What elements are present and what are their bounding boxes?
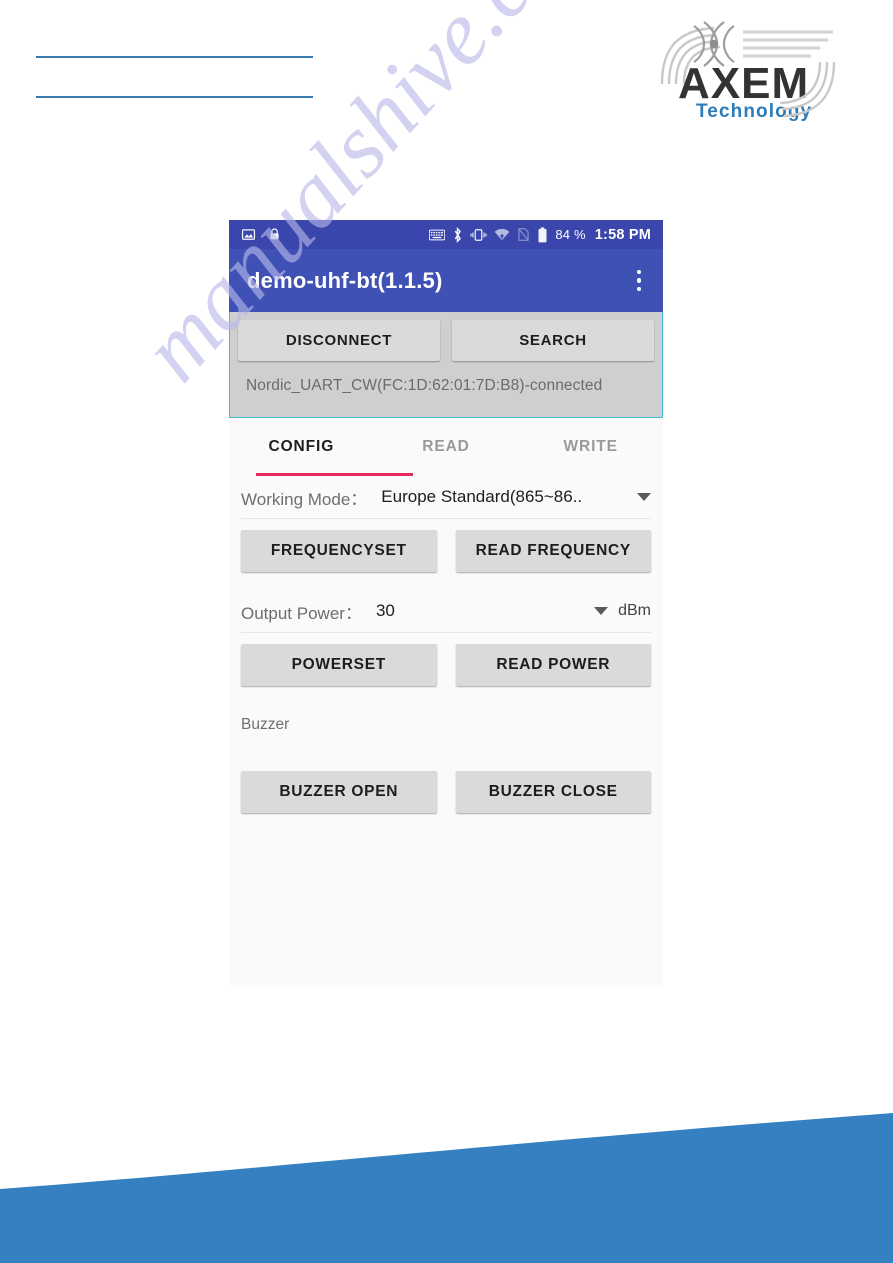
- connection-button-row: DISCONNECT SEARCH: [238, 320, 654, 361]
- bluetooth-icon: [452, 226, 463, 243]
- buzzer-close-button[interactable]: BUZZER CLOSE: [455, 771, 651, 813]
- working-mode-value: Europe Standard(865~86..: [381, 487, 583, 506]
- no-sim-icon: [517, 227, 530, 242]
- read-power-button[interactable]: READ POWER: [455, 644, 651, 686]
- header-rule-top: [36, 56, 313, 58]
- app-title: demo-uhf-bt(1.1.5): [247, 267, 443, 293]
- chevron-down-icon[interactable]: [594, 607, 609, 615]
- tab-indicator: [256, 473, 413, 476]
- search-button[interactable]: SEARCH: [452, 320, 654, 361]
- tab-bar: CONFIG READ WRITE: [229, 418, 663, 476]
- footer-wave: [0, 1113, 893, 1263]
- tab-read[interactable]: READ: [374, 418, 519, 476]
- frequency-set-button[interactable]: FREQUENCYSET: [241, 530, 437, 572]
- axem-logo: AXEM Technology: [648, 18, 848, 126]
- output-power-label: Output Power：: [241, 603, 362, 623]
- buzzer-section-label: Buzzer: [241, 716, 290, 733]
- wifi-icon: [494, 228, 510, 241]
- battery-percentage: 84 %: [555, 227, 586, 242]
- chevron-down-icon[interactable]: [637, 493, 651, 501]
- disconnect-button[interactable]: DISCONNECT: [238, 320, 440, 361]
- read-frequency-button[interactable]: READ FREQUENCY: [455, 530, 651, 572]
- status-bar: 84 % 1:58 PM: [229, 220, 663, 249]
- svg-text:Technology: Technology: [696, 101, 812, 122]
- connection-panel: DISCONNECT SEARCH Nordic_UART_CW(FC:1D:6…: [229, 312, 663, 418]
- clock: 1:58 PM: [594, 226, 651, 243]
- phone-screenshot: 84 % 1:58 PM demo-uhf-bt(1.1.5) DISCONNE…: [229, 220, 663, 985]
- image-icon: [241, 227, 256, 242]
- more-vert-icon[interactable]: [633, 264, 646, 298]
- config-panel: Working Mode： Europe Standard(865~86.. F…: [229, 476, 663, 813]
- tab-write[interactable]: WRITE: [518, 418, 663, 476]
- connection-status-text: Nordic_UART_CW(FC:1D:62:01:7D:B8)-connec…: [246, 377, 603, 394]
- battery-icon: [537, 226, 548, 243]
- working-mode-row[interactable]: Working Mode： Europe Standard(865~86..: [241, 476, 651, 519]
- keyboard-icon: [429, 229, 446, 241]
- buzzer-open-button[interactable]: BUZZER OPEN: [241, 771, 437, 813]
- output-power-row[interactable]: Output Power： 30 dBm: [241, 590, 651, 633]
- buzzer-button-row: BUZZER OPEN BUZZER CLOSE: [241, 771, 651, 813]
- output-power-value: 30: [375, 601, 395, 620]
- app-bar: demo-uhf-bt(1.1.5): [229, 249, 663, 312]
- vibrate-icon: [470, 228, 487, 242]
- power-set-button[interactable]: POWERSET: [241, 644, 437, 686]
- lock-icon: [268, 227, 281, 242]
- power-button-row: POWERSET READ POWER: [241, 644, 651, 686]
- tab-config[interactable]: CONFIG: [229, 418, 374, 476]
- frequency-button-row: FREQUENCYSET READ FREQUENCY: [241, 530, 651, 572]
- working-mode-label: Working Mode：: [241, 489, 368, 509]
- output-power-unit: dBm: [618, 602, 651, 619]
- header-rule-bottom: [36, 96, 313, 98]
